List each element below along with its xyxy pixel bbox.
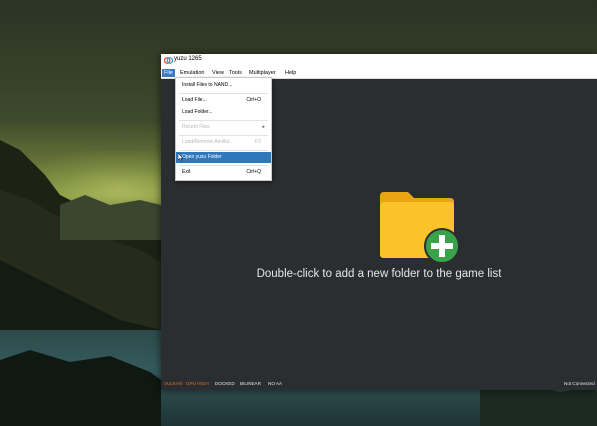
menu-item-load-file[interactable]: Load File... Ctrl+O [176,95,271,106]
window-title: yuzu 1265 [174,56,202,62]
status-bar: VULKAN GPU HIGH DOCKED BILINEAR NO AA No… [161,379,597,390]
yuzu-icon [164,57,173,64]
file-menu-dropdown: Install Files to NAND... Load File... Ct… [175,77,272,181]
status-network: Not Connected [564,381,595,386]
empty-game-list-hint: Double-click to add a new folder to the … [256,268,502,280]
menu-multiplayer[interactable]: Multiplayer [247,69,278,77]
menu-separator [179,150,268,151]
menu-item-load-amiibo[interactable]: Load/Remove Amiibo... F2 [176,137,271,148]
menu-item-open-yuzu-folder[interactable]: Open yuzu Folder [176,152,271,163]
menu-separator [179,135,268,136]
submenu-arrow-icon: ▸ [262,124,265,130]
title-bar[interactable]: yuzu 1265 [161,54,597,68]
status-api[interactable]: VULKAN [164,381,182,387]
menu-view[interactable]: View [210,69,226,77]
menu-item-exit[interactable]: Exit Ctrl+Q [176,167,271,178]
menu-help[interactable]: Help [283,69,298,77]
menu-file[interactable]: File [162,69,175,77]
menu-separator [179,120,268,121]
status-filter[interactable]: BILINEAR [240,381,261,387]
status-gpu-accuracy[interactable]: GPU HIGH [186,381,209,387]
status-aa[interactable]: NO AA [268,381,282,387]
menu-item-recent-files[interactable]: Recent Files ▸ [176,122,271,133]
mouse-cursor-icon [178,153,184,162]
menu-item-load-folder[interactable]: Load Folder... [176,107,271,118]
menu-separator [179,165,268,166]
status-dock-mode[interactable]: DOCKED [215,381,235,387]
folder-add-icon[interactable] [378,188,462,264]
menu-separator [179,93,268,94]
menu-item-install-nand[interactable]: Install Files to NAND... [176,80,271,91]
menu-emulation[interactable]: Emulation [178,69,206,77]
menu-tools[interactable]: Tools [227,69,244,77]
